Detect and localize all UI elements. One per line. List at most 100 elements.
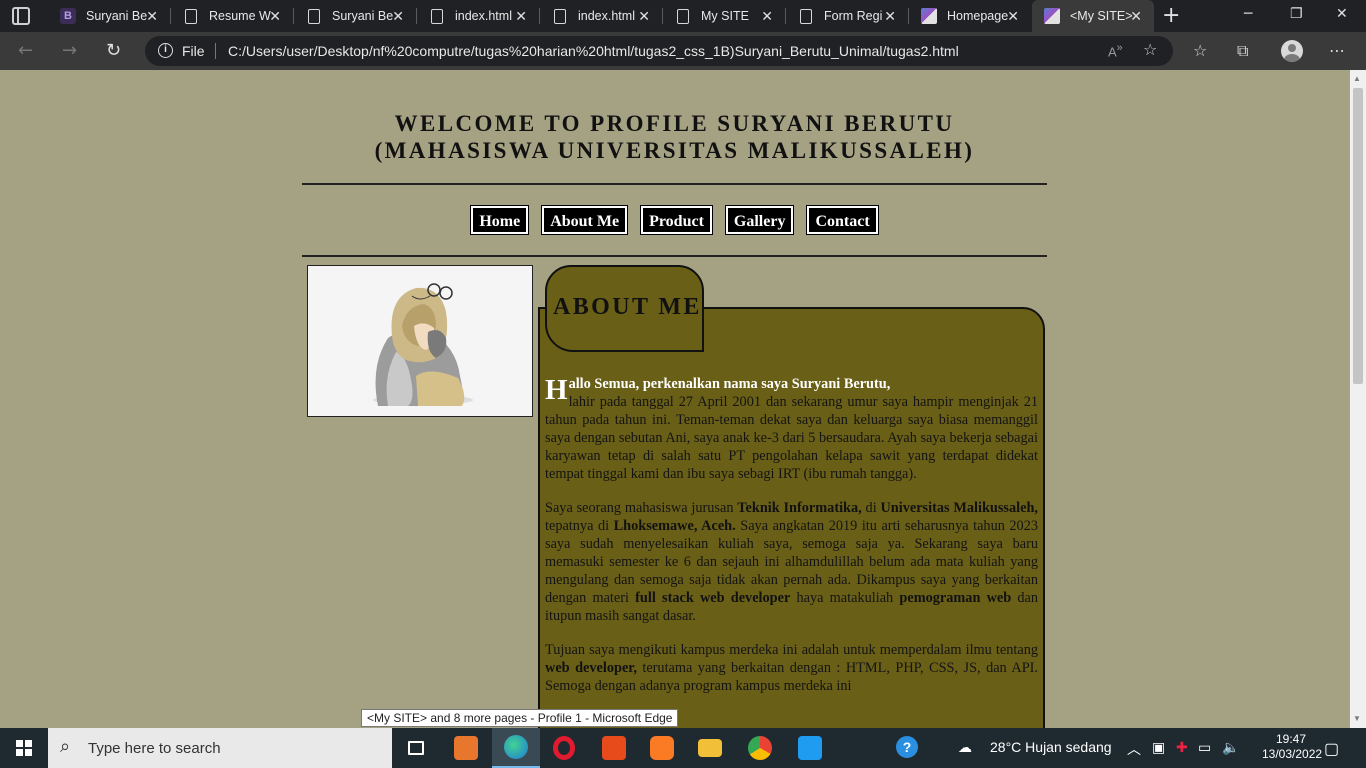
drop-cap: H <box>545 374 568 406</box>
search-placeholder[interactable]: Type here to search <box>88 740 221 757</box>
bold-term: pemograman web <box>899 590 1012 606</box>
close-icon[interactable]: ✕ <box>515 8 527 25</box>
about-me-heading: ABOUT ME <box>553 294 702 320</box>
divider <box>215 43 216 59</box>
city-name: Lhoksemawe, Aceh. <box>613 518 736 534</box>
edge-icon[interactable] <box>492 728 540 768</box>
menu-home[interactable]: Home <box>470 205 530 235</box>
close-icon[interactable]: ✕ <box>1007 8 1019 25</box>
tab-bar: B Suryani Be ✕ Resume W ✕ Suryani Be ✕ i… <box>0 0 1366 32</box>
divider-bottom <box>302 255 1047 257</box>
sublime-text-icon[interactable] <box>442 728 490 768</box>
tab-5[interactable]: My SITE ✕ <box>663 0 785 32</box>
close-icon[interactable]: ✕ <box>392 8 404 25</box>
battery-icon[interactable]: ▭ <box>1198 739 1211 756</box>
tab-title: Homepage <box>947 9 1009 23</box>
document-icon <box>308 8 320 24</box>
page-viewport: WELCOME TO PROFILE SURYANI BERUTU (MAHAS… <box>0 70 1350 728</box>
url-field[interactable]: i File C:/Users/user/Desktop/nf%20comput… <box>145 36 1173 66</box>
close-icon[interactable]: ✕ <box>638 8 650 25</box>
menu-product[interactable]: Product <box>640 205 713 235</box>
university-name: Universitas Malikussaleh, <box>880 500 1038 516</box>
scheme-label: File <box>182 43 205 59</box>
document-icon <box>554 8 566 24</box>
page-title-line-2: (MAHASISWA UNIVERSITAS MALIKUSSALEH) <box>374 138 975 163</box>
image-icon <box>1044 8 1060 24</box>
volume-icon[interactable]: 🔈 <box>1222 739 1239 756</box>
collections-icon[interactable]: ⧉ <box>1237 41 1248 61</box>
info-icon[interactable]: i <box>158 43 173 58</box>
close-icon[interactable]: ✕ <box>761 8 773 25</box>
windows-start-icon[interactable] <box>16 740 32 756</box>
meet-now-icon[interactable]: ▣ <box>1152 739 1165 756</box>
close-icon[interactable]: ✕ <box>1130 8 1142 25</box>
file-explorer-icon[interactable] <box>686 728 734 768</box>
weather-text[interactable]: 28°C Hujan sedang <box>990 739 1112 755</box>
divider-top <box>302 183 1047 185</box>
chrome-icon[interactable] <box>736 728 784 768</box>
menu-contact[interactable]: Contact <box>806 205 879 235</box>
minimize-icon[interactable]: ─ <box>1244 6 1252 22</box>
scroll-up-icon[interactable]: ▲ <box>1353 74 1361 83</box>
text-span: Saya seorang mahasiswa jurusan <box>545 500 738 516</box>
scrollbar-thumb[interactable] <box>1353 88 1363 384</box>
major-name: Teknik Informatika, <box>737 500 862 516</box>
notification-app-icon[interactable]: ✚ <box>1176 739 1188 756</box>
text-span: di <box>861 500 881 516</box>
office-icon[interactable] <box>590 728 638 768</box>
close-icon[interactable]: ✕ <box>269 8 281 25</box>
xampp-icon[interactable] <box>638 728 686 768</box>
taskbar-search[interactable]: ⌕ Type here to search <box>48 728 392 768</box>
favorites-icon[interactable]: ☆ <box>1193 41 1207 60</box>
clock[interactable]: 19:47 13/03/2022 <box>1262 732 1322 762</box>
tab-8[interactable]: <My SITE> ✕ <box>1032 0 1154 32</box>
tab-title: Suryani Be <box>86 9 148 23</box>
forward-icon[interactable]: → <box>62 40 77 61</box>
restore-icon[interactable]: ❐ <box>1290 6 1303 22</box>
menu-gallery[interactable]: Gallery <box>724 205 795 235</box>
address-bar: ← → ↻ i File C:/Users/user/Desktop/nf%20… <box>0 32 1366 70</box>
action-center-icon[interactable]: ▢ <box>1324 739 1339 759</box>
page-title-line-1: WELCOME TO PROFILE SURYANI BERUTU <box>394 111 955 136</box>
page-title: WELCOME TO PROFILE SURYANI BERUTU (MAHAS… <box>302 110 1047 164</box>
tab-title: index.html <box>578 9 635 23</box>
chevron-up-icon[interactable]: ︿ <box>1127 739 1141 759</box>
new-tab-button[interactable]: + <box>1162 3 1180 28</box>
help-icon[interactable]: ? <box>896 736 918 758</box>
about-me-content: Hallo Semua, perkenalkan nama saya Surya… <box>545 375 1038 711</box>
taskbar-tooltip: <My SITE> and 8 more pages - Profile 1 -… <box>361 709 679 727</box>
more-menu-icon[interactable]: ⋯ <box>1329 41 1345 60</box>
refresh-icon[interactable]: ↻ <box>106 40 121 61</box>
document-icon <box>677 8 689 24</box>
about-lead: allo Semua, perkenalkan nama saya Suryan… <box>568 376 891 392</box>
about-paragraph-1-text: lahir pada tanggal 27 April 2001 dan sek… <box>545 394 1038 482</box>
scrollbar[interactable]: ▲ ▼ <box>1350 70 1366 728</box>
close-icon[interactable]: ✕ <box>146 8 158 25</box>
vscode-icon[interactable] <box>786 728 834 768</box>
tab-1[interactable]: Resume W ✕ <box>171 0 293 32</box>
tab-0[interactable]: B Suryani Be ✕ <box>48 0 170 32</box>
back-icon[interactable]: ← <box>18 40 33 61</box>
tab-6[interactable]: Form Regi ✕ <box>786 0 908 32</box>
close-icon[interactable]: ✕ <box>884 8 896 25</box>
read-aloud-icon[interactable]: A» <box>1108 42 1123 59</box>
bold-term: web developer, <box>545 660 637 676</box>
close-window-icon[interactable]: ✕ <box>1336 6 1348 22</box>
task-view-icon[interactable] <box>392 728 440 768</box>
tab-2[interactable]: Suryani Be ✕ <box>294 0 416 32</box>
text-span: tepatnya di <box>545 518 614 534</box>
search-icon: ⌕ <box>60 736 71 757</box>
tab-3[interactable]: index.html ✕ <box>417 0 539 32</box>
opera-icon[interactable] <box>540 728 588 768</box>
tab-7[interactable]: Homepage ✕ <box>909 0 1031 32</box>
profile-avatar[interactable] <box>1281 40 1303 62</box>
tab-title: Form Regi <box>824 9 883 23</box>
weather-icon[interactable]: ☁ <box>958 739 972 756</box>
document-icon <box>185 8 197 24</box>
add-favorite-icon[interactable]: ☆ <box>1143 40 1157 59</box>
url-text[interactable]: C:/Users/user/Desktop/nf%20computre/tuga… <box>228 43 959 59</box>
tab-actions-icon[interactable] <box>12 7 30 25</box>
menu-about-me[interactable]: About Me <box>541 205 629 235</box>
tab-4[interactable]: index.html ✕ <box>540 0 662 32</box>
scroll-down-icon[interactable]: ▼ <box>1353 714 1361 723</box>
